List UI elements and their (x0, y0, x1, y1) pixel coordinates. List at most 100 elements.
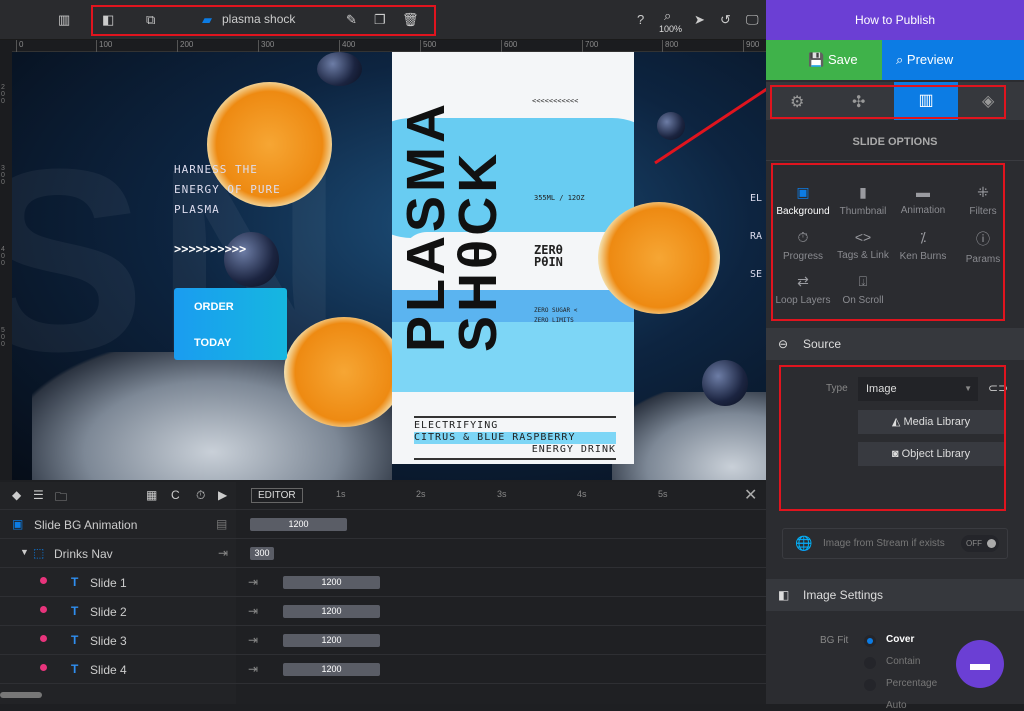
chat-icon: ▬ (970, 653, 990, 675)
desc-line: ELECTRIFYING (414, 420, 499, 431)
columns-icon[interactable]: ▥ (58, 12, 70, 28)
toggle-knob (987, 539, 996, 548)
cut-off-text: EL RA SE (750, 180, 762, 294)
headline: HARNESS THE ENERGY OF PURE PLASMA (174, 160, 281, 220)
tag-line: ZERO LIMITS (534, 317, 574, 324)
cursor-icon[interactable]: ➤ (694, 12, 705, 28)
bg-fit-option[interactable]: Cover (886, 634, 914, 645)
orange-slice-image (284, 317, 404, 427)
horizontal-scrollbar[interactable] (0, 692, 42, 698)
desktop-icon[interactable]: 🖵 (746, 12, 759, 28)
ruler-tick: 700 (582, 40, 598, 52)
bg-fit-option[interactable]: Percentage (886, 678, 937, 689)
layers-icon[interactable]: ◆ (12, 488, 21, 502)
bg-fit-option[interactable]: Contain (886, 656, 920, 667)
layer-row[interactable]: T Slide 2 ⇥ 1200 (0, 597, 766, 626)
radio-cover[interactable] (864, 635, 876, 647)
align-end-icon[interactable]: ⇥ (218, 546, 228, 560)
globe-icon: 🌐 (795, 535, 813, 551)
dot-icon (40, 577, 47, 584)
zoom-icon[interactable]: ⌕ (664, 8, 671, 24)
bg-fit-option[interactable]: Auto (886, 700, 907, 711)
align-end-icon[interactable]: ⇥ (248, 633, 258, 647)
layer-row[interactable]: ▼ ⬚ Drinks Nav ⇥ 300 (0, 539, 766, 568)
desc-line: ENERGY DRINK (531, 444, 616, 455)
settings-panel: How to Publish 💾 Save ⌕ Preview ⚙ ✣ ▥ ◈ S… (766, 0, 1024, 711)
preview-button[interactable]: ⌕ Preview (882, 40, 1024, 80)
media-icon[interactable]: ▤ (216, 517, 227, 531)
ruler-left: 200 300 400 500 (0, 40, 12, 480)
magnet-icon[interactable]: C (171, 488, 180, 502)
help-icon[interactable]: ? (637, 12, 644, 27)
align-end-icon[interactable]: ⇥ (248, 604, 258, 618)
list-icon[interactable]: ☰ (33, 488, 44, 502)
time-tick: 1s (336, 489, 346, 499)
timer-icon[interactable]: ⏱ (196, 488, 205, 503)
close-icon[interactable]: ✕ (744, 485, 757, 505)
align-end-icon[interactable]: ⇥ (248, 662, 258, 676)
annotation-box (770, 85, 1006, 119)
stream-toggle[interactable]: OFF (961, 535, 999, 552)
section-title: SLIDE OPTIONS (852, 136, 938, 148)
layer-name: Drinks Nav (54, 547, 113, 561)
headline-line: HARNESS THE (174, 163, 258, 176)
layer-name: Slide 3 (90, 634, 127, 648)
text: EL (750, 193, 763, 204)
headline-line: PLASMA (174, 203, 220, 216)
image-icon: ▣ (12, 517, 24, 531)
divider (766, 160, 1024, 161)
chat-bubble-button[interactable]: ▬ (956, 640, 1004, 688)
editor-tab[interactable]: EDITOR (251, 488, 303, 503)
annotation-box (91, 5, 436, 36)
order-today-button[interactable]: ORDER TODAY (174, 288, 287, 360)
stream-label: Image from Stream if exists (823, 538, 945, 549)
annotation-box (779, 365, 1006, 511)
layer-row[interactable]: T Slide 3 ⇥ 1200 (0, 626, 766, 655)
dot-icon (40, 606, 47, 613)
image-settings-section-header[interactable]: ◧ Image Settings (766, 579, 1024, 611)
text-layer-icon: T (71, 604, 79, 618)
bg-fit-label: BG Fit (820, 635, 849, 646)
ruler-tick: 200 (177, 40, 193, 52)
play-icon[interactable]: ▶ (218, 488, 227, 502)
zoom-level[interactable]: 100% (659, 24, 682, 34)
layer-row[interactable]: ▣ Slide BG Animation ▤ 1200 (0, 510, 766, 539)
duration-bar[interactable]: 1200 (283, 576, 380, 589)
text: SE (750, 269, 763, 280)
grid-icon[interactable]: ▦ (146, 488, 157, 502)
layer-name: Slide 4 (90, 663, 127, 677)
source-section-header[interactable]: ⊖ Source (766, 328, 1024, 360)
undo-icon[interactable]: ↺ (720, 12, 731, 28)
duration-bar[interactable]: 1200 (283, 663, 380, 676)
duration-bar[interactable]: 1200 (250, 518, 347, 531)
blueberry-image (224, 232, 279, 287)
section-label: Source (803, 337, 842, 351)
radio-contain[interactable] (864, 657, 876, 669)
caret-down-icon[interactable]: ▼ (20, 547, 29, 557)
floppy-icon: 💾 (808, 52, 825, 67)
ruler-tick: 400 (1, 246, 5, 267)
tag-line: ZERO SUGAR < (534, 307, 578, 314)
layer-name: Slide 2 (90, 605, 127, 619)
duration-bar[interactable]: 1200 (283, 605, 380, 618)
ruler-top: 0 100 200 300 400 500 600 700 800 900 (12, 40, 766, 52)
align-end-icon[interactable]: ⇥ (248, 575, 258, 589)
radio-dot (867, 638, 873, 644)
dot-icon (40, 664, 47, 671)
logo-line: PθIN (534, 255, 563, 269)
layer-row[interactable]: T Slide 1 ⇥ 1200 (0, 568, 766, 597)
radio-percentage[interactable] (864, 679, 876, 691)
save-button[interactable]: 💾 Save (766, 40, 882, 80)
duration-bar[interactable]: 300 (250, 547, 274, 560)
ruler-tick: 200 (1, 84, 5, 105)
rock-image (612, 392, 766, 480)
ruler-tick: 300 (1, 165, 5, 186)
toggle-label: OFF (966, 539, 982, 548)
how-to-publish-link[interactable]: How to Publish (766, 0, 1024, 40)
ruler-tick: 600 (501, 40, 517, 52)
volume: 355ML / 12OZ (534, 194, 585, 202)
duration-bar[interactable]: 1200 (283, 634, 380, 647)
folder-icon[interactable]: 🗀 (55, 488, 67, 509)
dot-icon (40, 635, 47, 642)
layer-row[interactable]: T Slide 4 ⇥ 1200 (0, 655, 766, 684)
